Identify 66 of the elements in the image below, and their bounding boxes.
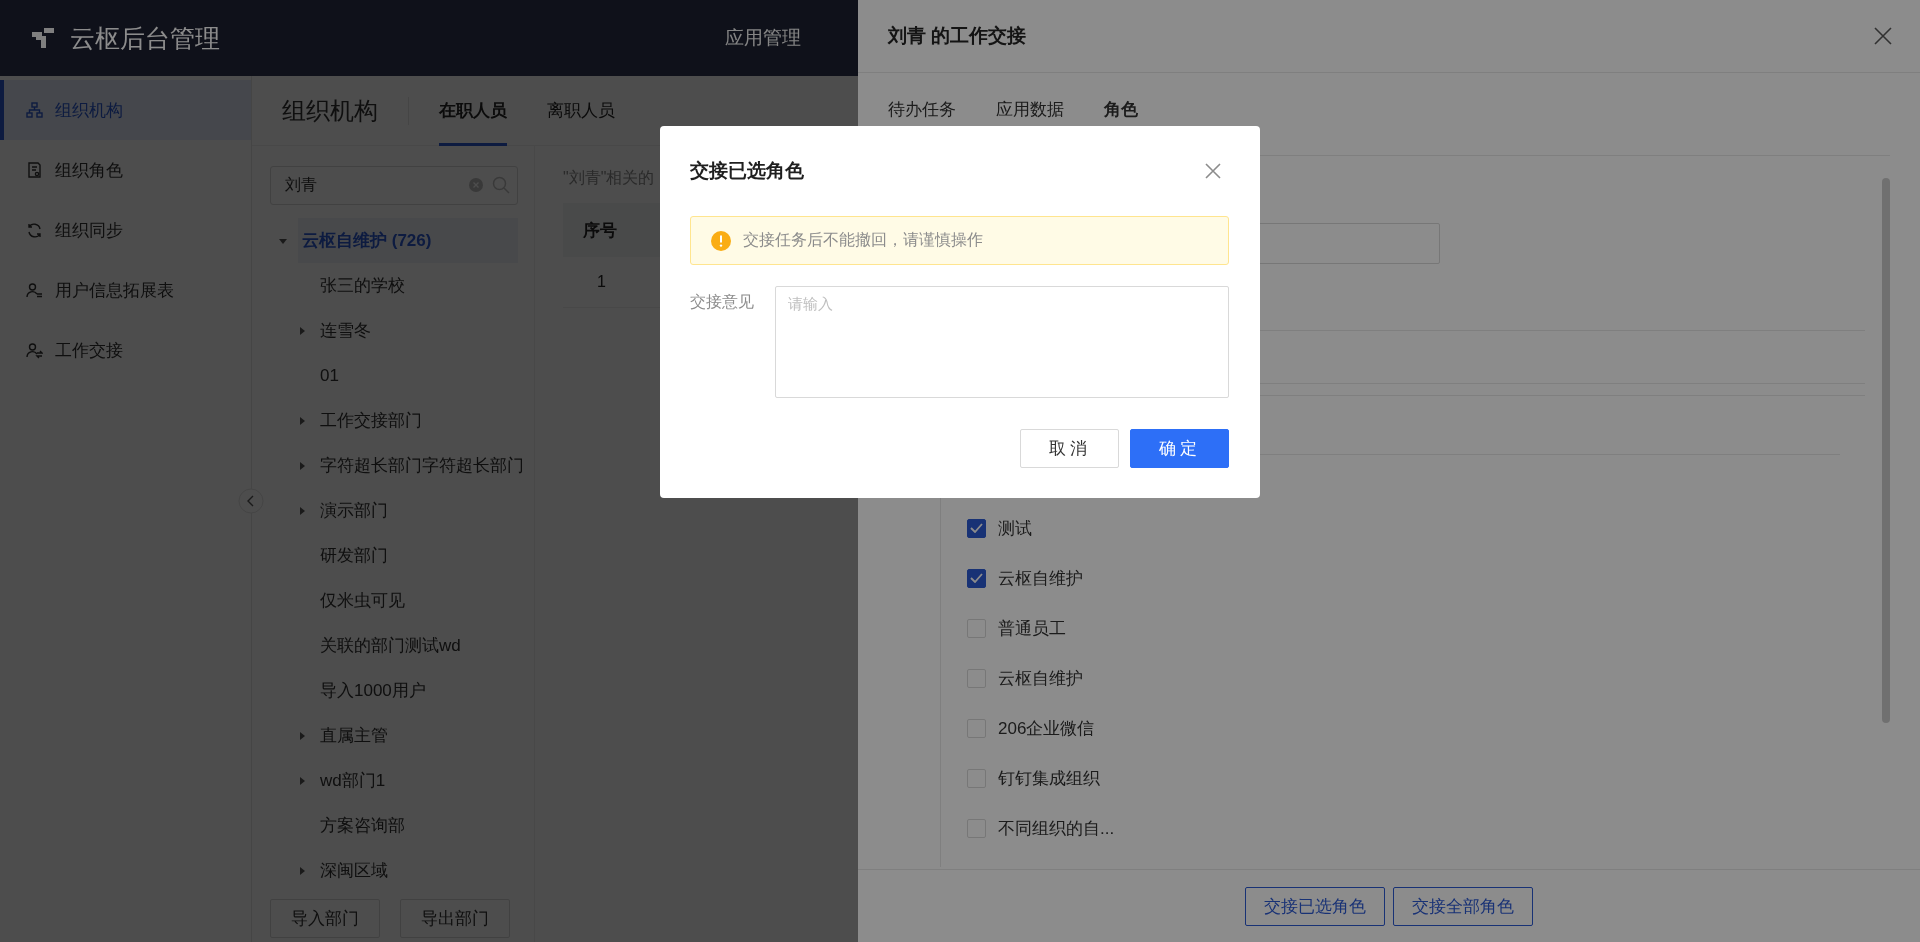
role-label: 钉钉集成组织 <box>998 767 1100 790</box>
page-title: 组织机构 <box>282 95 378 126</box>
caret-icon <box>297 865 307 876</box>
caret-icon <box>297 460 307 471</box>
nav-link[interactable]: 应用管理 <box>725 27 801 48</box>
comment-field[interactable]: 请输入 <box>775 286 1229 398</box>
role-label: 云枢自维护 <box>998 567 1083 590</box>
tree-node[interactable]: 方案咨询部 <box>320 814 405 837</box>
tree-node[interactable]: 导入1000用户 <box>320 679 426 702</box>
alert-text: 交接任务后不能撤回，请谨慎操作 <box>743 230 983 250</box>
dialog-title: 交接已选角色 <box>690 159 804 183</box>
user-transfer-icon <box>26 341 43 359</box>
role-label: 测试 <box>998 517 1032 540</box>
app-title: 云枢后台管理 <box>70 22 220 54</box>
caret-icon <box>297 325 307 336</box>
caret-icon <box>297 775 307 786</box>
action-button[interactable]: 交接已选角色 <box>1245 886 1385 926</box>
tree-node[interactable]: wd部门1 <box>320 769 386 792</box>
role-label: 不同组织的自... <box>998 817 1115 840</box>
sync-icon <box>26 221 43 239</box>
tab[interactable]: 应用数据 <box>996 98 1064 121</box>
tree-node[interactable]: 研发部门 <box>320 544 388 567</box>
drawer-title: 刘青 的工作交接 <box>888 24 1027 48</box>
tab[interactable]: 待办任务 <box>888 98 956 121</box>
caret-icon <box>297 415 307 426</box>
sidebar-item[interactable]: 工作交接 <box>0 320 251 380</box>
sidebar-item[interactable]: 组织同步 <box>0 200 251 260</box>
role-label: 云枢自维护 <box>998 667 1083 690</box>
table-cell: 1 <box>597 273 606 291</box>
user-list-icon <box>26 281 43 299</box>
tab[interactable]: 角色 <box>1104 98 1138 121</box>
search-field[interactable]: 刘青 <box>270 166 518 205</box>
close-icon[interactable] <box>1205 163 1221 179</box>
caret-icon <box>297 730 307 741</box>
cancel-button[interactable]: 取消 <box>1020 429 1119 468</box>
role-label: 普通员工 <box>998 617 1066 640</box>
sidebar-item[interactable]: 组织机构 <box>0 80 251 140</box>
tree-node[interactable]: 01 <box>320 365 339 386</box>
tree-node[interactable]: 工作交接部门 <box>320 409 422 432</box>
document-icon <box>26 161 43 179</box>
sidebar-item[interactable]: 用户信息拓展表 <box>0 260 251 320</box>
action-button[interactable]: 导出部门 <box>400 899 510 938</box>
tree-node[interactable]: 云枢自维护 (726) <box>298 218 518 263</box>
tree-node[interactable]: 字符超长部门字符超长部门 <box>320 454 524 477</box>
column-header: 序号 <box>583 219 617 242</box>
warning-icon <box>711 230 731 251</box>
tree-node[interactable]: 深闽区域 <box>320 859 388 882</box>
tree-node[interactable]: 关联的部门测试wd <box>320 634 461 657</box>
checkbox[interactable] <box>967 518 986 538</box>
action-button[interactable]: 交接全部角色 <box>1393 886 1533 926</box>
confirm-button[interactable]: 确定 <box>1130 429 1229 468</box>
collapse-icon[interactable] <box>238 488 264 514</box>
close-icon[interactable] <box>1874 27 1892 45</box>
tree-node[interactable]: 仅米虫可见 <box>320 589 405 612</box>
field-label: 交接意见 <box>690 292 755 312</box>
logo-icon <box>30 26 56 50</box>
scrollbar-thumb[interactable] <box>1882 178 1890 723</box>
caret-icon <box>297 505 307 516</box>
checkbox[interactable] <box>967 568 986 588</box>
role-label: 206企业微信 <box>998 717 1095 740</box>
tree-node[interactable]: 直属主管 <box>320 724 388 747</box>
tree-node[interactable]: 演示部门 <box>320 499 388 522</box>
tree-node[interactable]: 连雪冬 <box>320 319 371 342</box>
action-button[interactable]: 导入部门 <box>270 899 380 938</box>
org-chart-icon <box>26 101 43 119</box>
sidebar-item[interactable]: 组织角色 <box>0 140 251 200</box>
